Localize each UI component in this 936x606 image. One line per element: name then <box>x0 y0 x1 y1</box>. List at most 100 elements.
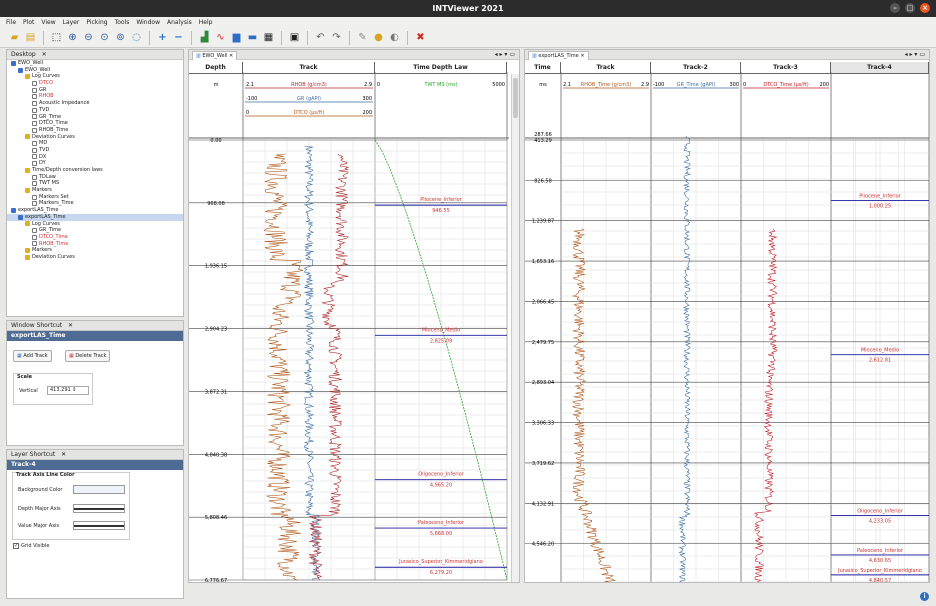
zoom-in-icon[interactable]: ⊕ <box>66 31 79 44</box>
left-tab-bar: ▥ EWO_Well ✕ ◂ ▸ ▾ ▭ <box>189 50 519 60</box>
tree-item[interactable]: Markers Set <box>7 194 183 201</box>
left-scrollbar-thumb[interactable] <box>513 78 518 118</box>
close-window-button[interactable]: × <box>920 3 930 13</box>
tree-item[interactable]: DY <box>7 160 183 167</box>
depth-tick-label: 3,872.31 <box>205 389 227 395</box>
zoom-out-icon[interactable]: ⊖ <box>82 31 95 44</box>
menu-file[interactable]: File <box>6 17 16 28</box>
palette-icon[interactable]: ◐ <box>388 31 401 44</box>
menu-view[interactable]: View <box>41 17 55 28</box>
tree-item[interactable]: DTCO <box>7 80 183 87</box>
tree-item[interactable]: DTCO_Time <box>7 234 183 241</box>
tree-item[interactable]: Markers_Time <box>7 200 183 207</box>
tree-item[interactable]: TVD <box>7 147 183 154</box>
marker-name: Pliocene_Inferior <box>859 194 901 200</box>
close-icon[interactable]: ✕ <box>42 51 47 58</box>
tree-item[interactable]: RHOB <box>7 93 183 100</box>
tree-item[interactable]: MD <box>7 140 183 147</box>
redo-icon[interactable]: ↷ <box>330 31 343 44</box>
tree-item[interactable]: Deviation Curves <box>7 254 183 261</box>
open-folder-icon[interactable]: ▰ <box>8 31 21 44</box>
menu-picking[interactable]: Picking <box>86 17 107 28</box>
value-major-axis-swatch[interactable] <box>73 521 125 530</box>
info-icon[interactable]: i <box>920 592 929 601</box>
left-scrollbar[interactable] <box>511 74 519 582</box>
tree-item[interactable]: RHOB_Time <box>7 127 183 134</box>
chart-icon[interactable]: ▟ <box>198 31 211 44</box>
tree-item[interactable]: EWO_Well <box>7 60 183 67</box>
tree-item[interactable]: Markers <box>7 247 183 254</box>
tree-item[interactable]: Log Curves <box>7 73 183 80</box>
folder-icon <box>25 74 30 80</box>
delete-icon[interactable]: ✖ <box>414 31 427 44</box>
menu-help[interactable]: Help <box>199 17 213 28</box>
tree-item[interactable]: Deviation Curves <box>7 134 183 141</box>
vertical-scale-field[interactable]: 413.291 ⇕ <box>47 386 89 395</box>
depth-major-axis-swatch[interactable] <box>73 504 125 513</box>
grid-icon[interactable]: ▦ <box>262 31 275 44</box>
menu-plot[interactable]: Plot <box>23 17 34 28</box>
tree-item-label: DY <box>39 160 46 167</box>
select-icon[interactable]: ⬚ <box>50 31 63 44</box>
menu-window[interactable]: Window <box>136 17 160 28</box>
tree-item[interactable]: RHOB_Time <box>7 241 183 248</box>
spinner-icon[interactable]: ⇕ <box>72 387 76 393</box>
menu-layer[interactable]: Layer <box>63 17 80 28</box>
menu-analysis[interactable]: Analysis <box>167 17 192 28</box>
tree-item[interactable]: Time/Depth conversion laws <box>7 167 183 174</box>
log-icon[interactable]: ▆ <box>230 31 243 44</box>
tree-item[interactable]: Log Curves <box>7 221 183 228</box>
tree-item[interactable]: TWT MS <box>7 180 183 187</box>
tree-item[interactable]: Acoustic Impedance <box>7 100 183 107</box>
tree-item[interactable]: DX <box>7 154 183 161</box>
export-las-time-plot[interactable]: 2.1 RHOB_Time (g/cm3) 2.9 -100 GR_Time (gAPI… <box>525 72 930 583</box>
tree-item[interactable]: EWO_Well <box>7 67 183 74</box>
zoom-fit-icon[interactable]: ⊙ <box>98 31 111 44</box>
remove-icon[interactable]: − <box>172 31 185 44</box>
tab-ewo-well[interactable]: ▥ EWO_Well ✕ <box>192 51 238 60</box>
left-tab-arrows[interactable]: ◂ ▸ ▾ ▭ <box>495 51 515 58</box>
tree-item[interactable]: TVD <box>7 107 183 114</box>
window-shortcut-header: Window Shortcut ✕ <box>7 321 183 331</box>
tree-item[interactable]: GR <box>7 87 183 94</box>
zoom-reset-icon[interactable]: ⊚ <box>114 31 127 44</box>
tree-item[interactable]: GR_Time <box>7 227 183 234</box>
snapshot-icon[interactable]: ▣ <box>288 31 301 44</box>
tree-item[interactable]: DTCO_Time <box>7 120 183 127</box>
layer-shortcut-header: Layer Shortcut ✕ <box>7 450 183 460</box>
tree-item-label: Log Curves <box>32 73 60 80</box>
right-tab-arrows[interactable]: ◂ ▸ ▾ ▭ <box>905 51 925 58</box>
ewo-well-plot[interactable]: 2.1 RHOB (g/cm3) 2.9 -100 GR (gAPI) 300 0 DTCO … <box>189 72 520 583</box>
tree-item[interactable]: exportLAS_Time <box>7 207 183 214</box>
curve-max-label: 200 <box>362 110 372 116</box>
marker-name: Jurasico_Superior_Kimmeridgiano <box>837 568 922 574</box>
layer-shortcut-panel: Layer Shortcut ✕ Track-4 Track Axis Line… <box>6 449 184 599</box>
tree-item-label: exportLAS_Time <box>18 207 59 214</box>
grid-visible-checkbox[interactable]: ✓ <box>13 543 19 549</box>
lightbulb-icon[interactable]: ● <box>372 31 385 44</box>
delete-track-button[interactable]: ▦ Delete Track <box>65 350 111 362</box>
layer-icon[interactable]: ▬ <box>246 31 259 44</box>
open-file-icon[interactable]: ▤ <box>24 31 37 44</box>
background-color-swatch[interactable] <box>73 485 125 494</box>
tree-item[interactable]: TDLaw <box>7 174 183 181</box>
menu-tools[interactable]: Tools <box>115 17 130 28</box>
maximize-button[interactable]: □ <box>905 3 915 13</box>
curve-icon[interactable]: ∿ <box>214 31 227 44</box>
curve-checkbox-icon <box>32 100 37 106</box>
tree-item[interactable]: Markers <box>7 187 183 194</box>
close-icon[interactable]: ✕ <box>68 322 73 329</box>
tree-item[interactable]: GR_Time <box>7 114 183 121</box>
close-icon[interactable]: ✕ <box>61 451 66 458</box>
tab-export-las-time[interactable]: ▥ exportLAS_Time ✕ <box>528 51 589 60</box>
wrench-icon[interactable]: ✎ <box>356 31 369 44</box>
curve-name-label: RHOB_Time (g/cm3) <box>581 82 632 88</box>
undo-icon[interactable]: ↶ <box>314 31 327 44</box>
minimize-button[interactable]: – <box>890 3 900 13</box>
add-icon[interactable]: + <box>156 31 169 44</box>
add-track-button[interactable]: ▦ Add Track <box>13 350 52 362</box>
curve-name-label: DTCO (µs/ft) <box>294 110 325 116</box>
layer-shortcut-subtitle: Track-4 <box>7 460 183 470</box>
zoom-rect-icon[interactable]: ◌ <box>130 31 143 44</box>
tree-item[interactable]: exportLAS_Time <box>7 213 183 221</box>
